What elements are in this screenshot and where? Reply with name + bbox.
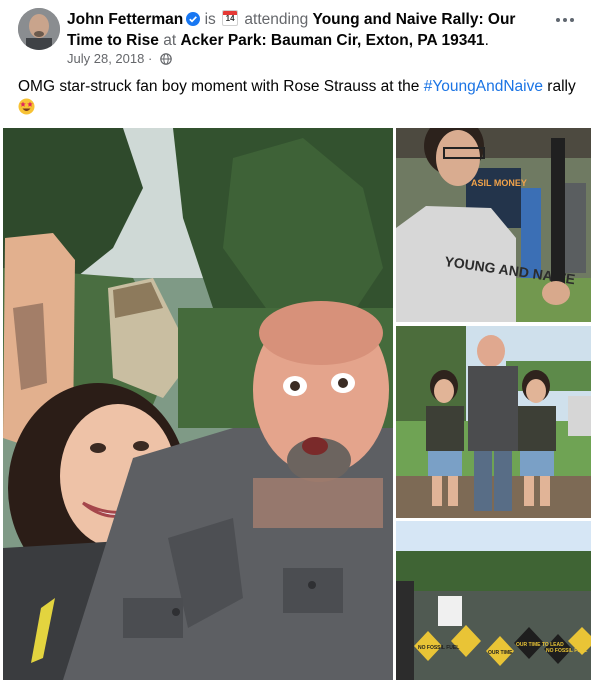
- side-top-sign-text: ASIL MONEY: [471, 178, 527, 188]
- location-link[interactable]: Acker Park: Bauman Cir, Exton, PA 19341: [180, 32, 484, 49]
- side-photo-top[interactable]: ASIL MONEY YOUNG AND NAIVE: [396, 128, 591, 322]
- calendar-day: 14: [225, 14, 235, 23]
- location-suffix: .: [484, 32, 489, 49]
- photo-grid: ASIL MONEY YOUNG AND NAIVE NO FOSSIL FUE…: [0, 128, 593, 680]
- side-bottom-sign-1: NO FOSSIL FUEL: [418, 645, 459, 651]
- location-prefix: at: [163, 32, 177, 49]
- post-body-suffix: rally: [547, 78, 576, 95]
- calendar-icon: 14: [222, 10, 239, 26]
- star-struck-emoji-icon: [18, 98, 35, 115]
- hashtag-link[interactable]: #YoungAndNaive: [424, 78, 543, 95]
- activity-prefix: is: [204, 11, 216, 28]
- avatar-image: [18, 8, 60, 50]
- post-header-line: John Fetterman is 14 attending Young and…: [67, 9, 537, 51]
- side-photo-middle[interactable]: [396, 326, 591, 518]
- side-bottom-sign-2: OUR TIME: [488, 650, 513, 656]
- author-avatar[interactable]: [18, 8, 60, 50]
- side-photo-bottom[interactable]: NO FOSSIL FUEL OUR TIME OUR TIME TO LEAD…: [396, 521, 591, 680]
- author-name[interactable]: John Fetterman: [67, 11, 183, 28]
- post-date[interactable]: July 28, 2018: [67, 51, 144, 66]
- post-timestamp-row: July 28, 2018 ·: [67, 51, 172, 67]
- side-photo-bottom-image: NO FOSSIL FUEL OUR TIME OUR TIME TO LEAD…: [396, 521, 591, 680]
- more-options-button[interactable]: [551, 10, 579, 30]
- post-text: OMG star-struck fan boy moment with Rose…: [18, 76, 578, 118]
- selfie-image: [3, 128, 393, 680]
- post-header: John Fetterman is 14 attending Young and…: [0, 0, 593, 72]
- date-separator: ·: [147, 51, 153, 66]
- verified-badge-icon: [186, 12, 201, 26]
- activity-verb: attending: [244, 11, 309, 28]
- side-photo-top-image: ASIL MONEY YOUNG AND NAIVE: [396, 128, 591, 322]
- side-bottom-sign-4: NO FOSSIL FUEL: [546, 648, 587, 654]
- side-photo-middle-image: [396, 326, 591, 518]
- globe-icon: [160, 53, 172, 65]
- post-body: OMG star-struck fan boy moment with Rose…: [18, 78, 420, 95]
- main-photo[interactable]: [3, 128, 393, 680]
